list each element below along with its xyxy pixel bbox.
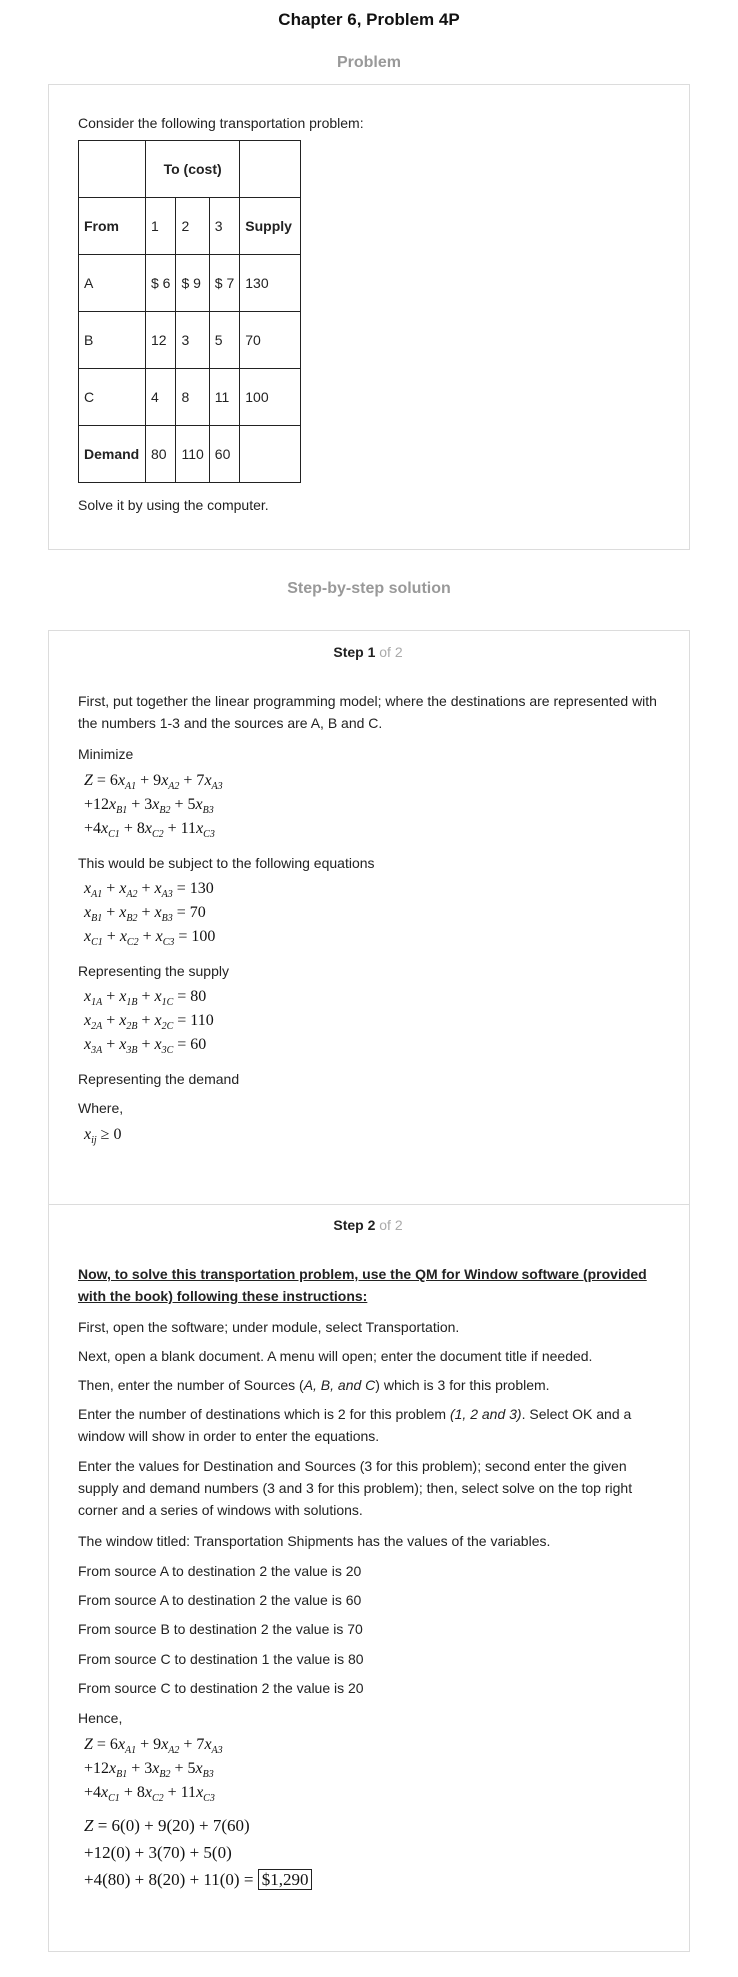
supply-constraint-a: xA1 + xA2 + xA3 = 130 <box>84 880 214 901</box>
table-cell: Demand <box>78 425 146 483</box>
instruction-4: Enter the number of destinations which i… <box>78 1403 658 1447</box>
nonnegativity-constraint: xij ≥ 0 <box>84 1126 122 1147</box>
representing-supply: Representing the supply <box>78 963 229 979</box>
result-line: From source A to destination 2 the value… <box>78 1563 362 1579</box>
table-cell <box>239 140 302 198</box>
solution-heading: Step-by-step solution <box>287 580 451 597</box>
problem-outro: Solve it by using the computer. <box>78 497 269 513</box>
step-1-header: Step 1 of 2 <box>48 644 688 660</box>
step2-heading: Now, to solve this transportation proble… <box>78 1266 647 1304</box>
table-header-cell: Supply <box>239 197 302 255</box>
table-cell <box>78 140 146 198</box>
final-objective-2: +12xB1 + 3xB2 + 5xB3 <box>84 1760 214 1781</box>
instruction-6: The window titled: Transportation Shipme… <box>78 1533 551 1549</box>
table-cell: 80 <box>144 425 177 483</box>
supply-constraint-b: xB1 + xB2 + xB3 = 70 <box>84 904 206 925</box>
result-line: From source C to destination 2 the value… <box>78 1680 364 1696</box>
objective-line-3: +4xC1 + 8xC2 + 11xC3 <box>84 820 215 841</box>
text-span: Then, enter the number of Sources ( <box>78 1377 304 1393</box>
table-cell: 100 <box>239 368 302 426</box>
step-divider <box>48 1204 690 1205</box>
table-row: B 12 3 5 70 <box>78 311 302 369</box>
step1-intro: First, put together the linear programmi… <box>78 693 657 731</box>
table-cell: $ 6 <box>144 254 177 312</box>
text-span: Enter the number of destinations which i… <box>78 1406 450 1422</box>
page-title: Chapter 6, Problem 4P <box>278 10 460 29</box>
table-cell: C <box>78 368 146 426</box>
transportation-table: To (cost) From 1 2 3 Supply A $ 6 $ 9 $ … <box>78 140 302 483</box>
result-line: From source B to destination 2 the value… <box>78 1621 363 1637</box>
step-of: of 2 <box>379 1217 403 1233</box>
demand-constraint-1: x1A + x1B + x1C = 80 <box>84 988 207 1009</box>
text-span: (1, 2 and 3) <box>449 1406 522 1422</box>
table-cell: $ 9 <box>175 254 210 312</box>
final-answer: $1,290 <box>257 1869 313 1890</box>
table-cell: 60 <box>208 425 241 483</box>
table-row: To (cost) <box>78 140 302 198</box>
table-row: A $ 6 $ 9 $ 7 130 <box>78 254 302 312</box>
objective-line-1: Z = 6xA1 + 9xA2 + 7xA3 <box>84 772 223 793</box>
table-header-cell: 1 <box>144 197 177 255</box>
final-objective-1: Z = 6xA1 + 9xA2 + 7xA3 <box>84 1736 223 1757</box>
instruction-1: First, open the software; under module, … <box>78 1319 460 1335</box>
table-header-cell: 2 <box>175 197 210 255</box>
table-cell: $ 7 <box>208 254 241 312</box>
substitution-line-1: Z = 6(0) + 9(20) + 7(60) <box>84 1816 250 1835</box>
table-cell: 11 <box>208 368 241 426</box>
text-span: ) which is 3 for this problem. <box>375 1377 550 1393</box>
step-label: Step 2 <box>333 1217 376 1233</box>
step-label: Step 1 <box>333 644 376 660</box>
table-cell: 5 <box>208 311 241 369</box>
step-2-header: Step 2 of 2 <box>48 1217 688 1233</box>
problem-intro: Consider the following transportation pr… <box>78 115 364 131</box>
table-cell: 12 <box>144 311 177 369</box>
demand-constraint-2: x2A + x2B + x2C = 110 <box>84 1012 214 1033</box>
table-row: C 4 8 11 100 <box>78 368 302 426</box>
table-row: Demand 80 110 60 <box>78 425 302 483</box>
hence-label: Hence, <box>78 1710 123 1726</box>
problem-heading: Problem <box>336 54 401 71</box>
table-cell: 3 <box>175 311 210 369</box>
text-span: A, B, and C <box>303 1377 376 1393</box>
representing-demand: Representing the demand <box>78 1071 240 1087</box>
substitution-line-3: +4(80) + 8(20) + 11(0) = $1,290 <box>84 1869 313 1890</box>
instruction-2: Next, open a blank document. A menu will… <box>78 1348 593 1364</box>
demand-constraint-3: x3A + x3B + x3C = 60 <box>84 1036 207 1057</box>
table-header-cell: 3 <box>208 197 241 255</box>
where-label: Where, <box>78 1100 124 1116</box>
table-cell: 110 <box>175 425 210 483</box>
table-header-cell: From <box>78 197 146 255</box>
table-cell <box>239 425 302 483</box>
table-cell: 70 <box>239 311 302 369</box>
subject-to-label: This would be subject to the following e… <box>78 855 375 871</box>
result-line: From source A to destination 2 the value… <box>78 1592 362 1608</box>
instruction-5: Enter the values for Destination and Sou… <box>78 1458 633 1518</box>
step-of: of 2 <box>379 644 403 660</box>
table-row: From 1 2 3 Supply <box>78 197 302 255</box>
table-cell: B <box>78 311 146 369</box>
table-cell: A <box>78 254 146 312</box>
instruction-3: Then, enter the number of Sources (A, B,… <box>78 1374 658 1396</box>
minimize-label: Minimize <box>78 746 134 762</box>
table-cell: 130 <box>239 254 302 312</box>
substitution-line-2: +12(0) + 3(70) + 5(0) <box>84 1843 232 1862</box>
final-objective-3: +4xC1 + 8xC2 + 11xC3 <box>84 1784 215 1805</box>
to-cost-header: To (cost) <box>144 140 241 198</box>
table-cell: 4 <box>144 368 177 426</box>
table-cell: 8 <box>175 368 210 426</box>
objective-line-2: +12xB1 + 3xB2 + 5xB3 <box>84 796 214 817</box>
supply-constraint-c: xC1 + xC2 + xC3 = 100 <box>84 928 216 949</box>
result-line: From source C to destination 1 the value… <box>78 1651 364 1667</box>
